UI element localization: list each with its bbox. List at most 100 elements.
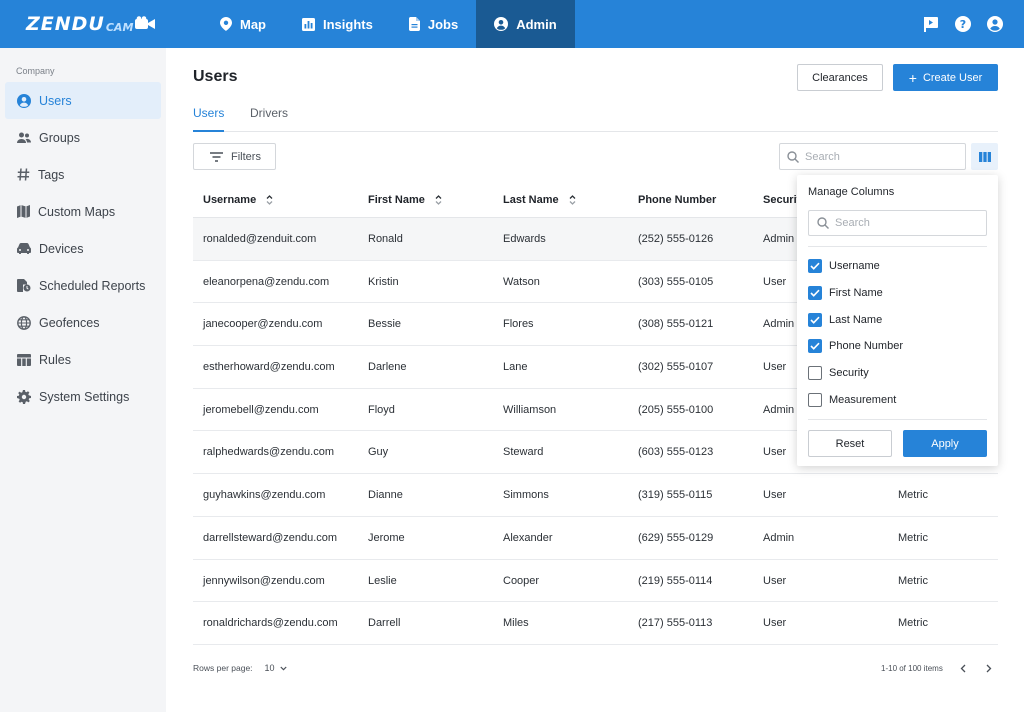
nav-jobs[interactable]: Jobs <box>391 0 476 48</box>
sidebar-item-custom-maps[interactable]: Custom Maps <box>5 193 161 230</box>
sidebar-item-label: Custom Maps <box>38 204 116 219</box>
checkbox-checked[interactable] <box>808 339 822 354</box>
column-option-first-name[interactable]: First Name <box>808 280 903 307</box>
prev-page-button[interactable] <box>956 660 970 676</box>
manage-columns-button[interactable] <box>971 143 998 170</box>
cell-phone: (603) 555-0123 <box>638 446 714 459</box>
column-option-measurement[interactable]: Measurement <box>808 386 903 413</box>
announcement-flag-icon[interactable] <box>922 15 940 33</box>
cell-username: ralphedwards@zendu.com <box>203 446 335 459</box>
cell-username: darrellsteward@zendu.com <box>203 531 338 544</box>
cell-username: guyhawkins@zendu.com <box>203 489 326 502</box>
svg-text:?: ? <box>960 18 966 31</box>
cell-username: jennywilson@zendu.com <box>203 574 325 587</box>
cell-first-name: Kristin <box>368 275 399 288</box>
table-row[interactable]: ronaldrichards@zendu.com Darrell Miles (… <box>193 602 998 645</box>
cell-last-name: Flores <box>503 318 534 331</box>
gear-icon <box>17 389 31 404</box>
account-icon[interactable] <box>986 15 1004 33</box>
table-icon <box>17 353 31 366</box>
tab-drivers[interactable]: Drivers <box>250 106 288 132</box>
cell-phone: (629) 555-0129 <box>638 531 714 544</box>
page-range: 1-10 of 100 items <box>881 664 943 673</box>
column-option-label: Measurement <box>829 393 897 406</box>
table-row[interactable]: guyhawkins@zendu.com Dianne Simmons (319… <box>193 474 998 517</box>
cell-first-name: Leslie <box>368 574 397 587</box>
checkbox-unchecked[interactable] <box>808 366 822 381</box>
clearances-button[interactable]: Clearances <box>797 64 883 91</box>
cell-last-name: Steward <box>503 446 544 459</box>
filters-button[interactable]: Filters <box>193 143 276 170</box>
sidebar-item-devices[interactable]: Devices <box>5 230 161 267</box>
sidebar-item-label: Rules <box>39 352 71 367</box>
checkbox-unchecked[interactable] <box>808 392 822 407</box>
sidebar-item-geofences[interactable]: Geofences <box>5 304 161 341</box>
column-option-security[interactable]: Security <box>808 360 903 387</box>
tab-users[interactable]: Users <box>193 106 225 132</box>
sidebar-item-tags[interactable]: Tags <box>5 156 161 193</box>
rows-per-page-select[interactable]: 10 <box>265 663 287 673</box>
cell-security: User <box>763 275 787 288</box>
cell-security: User <box>763 361 787 374</box>
search-field <box>779 143 966 170</box>
chevron-right-icon <box>986 664 992 672</box>
user-circle-icon <box>494 17 509 31</box>
document-icon <box>408 17 420 31</box>
column-header-last-name[interactable]: Last Name <box>503 181 576 218</box>
filters-button-label: Filters <box>231 150 261 163</box>
help-icon[interactable]: ? <box>954 15 972 33</box>
column-header-label: Last Name <box>503 193 559 206</box>
cell-measurement: Metric <box>898 489 928 502</box>
column-option-username[interactable]: Username <box>808 253 903 280</box>
cell-last-name: Lane <box>503 361 528 374</box>
sidebar-item-rules[interactable]: Rules <box>5 341 161 378</box>
cell-security: Admin <box>763 318 795 331</box>
checkbox-checked[interactable] <box>808 259 822 274</box>
brand-logo[interactable]: ZENDU CAM <box>26 13 156 35</box>
column-option-last-name[interactable]: Last Name <box>808 306 903 333</box>
sidebar-item-scheduled-reports[interactable]: Scheduled Reports <box>5 267 161 304</box>
cell-username: estherhoward@zendu.com <box>203 361 335 374</box>
sidebar-menu: Users Groups Tags Custom Maps Devices Sc… <box>5 82 161 415</box>
sidebar-item-label: Users <box>39 93 72 108</box>
column-search-input[interactable] <box>835 217 975 229</box>
column-option-label: Phone Number <box>829 340 903 353</box>
sidebar-item-system-settings[interactable]: System Settings <box>5 378 161 415</box>
cell-last-name: Williamson <box>503 403 557 416</box>
column-option-label: Last Name <box>829 313 883 326</box>
group-icon <box>17 132 31 143</box>
next-page-button[interactable] <box>982 660 996 676</box>
column-header-security[interactable]: Securit <box>763 181 800 218</box>
cell-phone: (205) 555-0100 <box>638 403 714 416</box>
column-options: Username First Name Last Name Phone Numb… <box>808 253 903 413</box>
column-header-username[interactable]: Username <box>203 181 273 218</box>
column-header-phone-number[interactable]: Phone Number <box>638 181 716 218</box>
sidebar-item-groups[interactable]: Groups <box>5 119 161 156</box>
cell-measurement: Metric <box>898 617 928 630</box>
search-icon <box>817 217 829 229</box>
nav-admin[interactable]: Admin <box>476 0 575 48</box>
nav-map-label: Map <box>240 16 266 32</box>
cell-security: User <box>763 446 787 459</box>
column-option-phone-number[interactable]: Phone Number <box>808 333 903 360</box>
nav-insights[interactable]: Insights <box>284 0 391 48</box>
column-header-first-name[interactable]: First Name <box>368 181 442 218</box>
checkbox-checked[interactable] <box>808 286 822 301</box>
popover-title: Manage Columns <box>808 186 895 198</box>
cell-phone: (319) 555-0115 <box>638 489 713 502</box>
cell-username: eleanorpena@zendu.com <box>203 275 330 288</box>
cell-first-name: Dianne <box>368 489 403 502</box>
create-user-button[interactable]: + Create User <box>893 64 998 91</box>
reset-button[interactable]: Reset <box>808 430 892 457</box>
divider <box>808 419 987 420</box>
top-bar: ZENDU CAM Map Insights Jobs Admin ? <box>0 0 1024 48</box>
table-row[interactable]: darrellsteward@zendu.com Jerome Alexande… <box>193 517 998 560</box>
checkbox-checked[interactable] <box>808 312 822 327</box>
table-row[interactable]: jennywilson@zendu.com Leslie Cooper (219… <box>193 560 998 603</box>
sidebar-item-users[interactable]: Users <box>5 82 161 119</box>
cell-phone: (303) 555-0105 <box>638 275 714 288</box>
cell-phone: (252) 555-0126 <box>638 233 714 245</box>
apply-button[interactable]: Apply <box>903 430 987 457</box>
search-input[interactable] <box>805 150 955 163</box>
nav-map[interactable]: Map <box>202 0 284 48</box>
